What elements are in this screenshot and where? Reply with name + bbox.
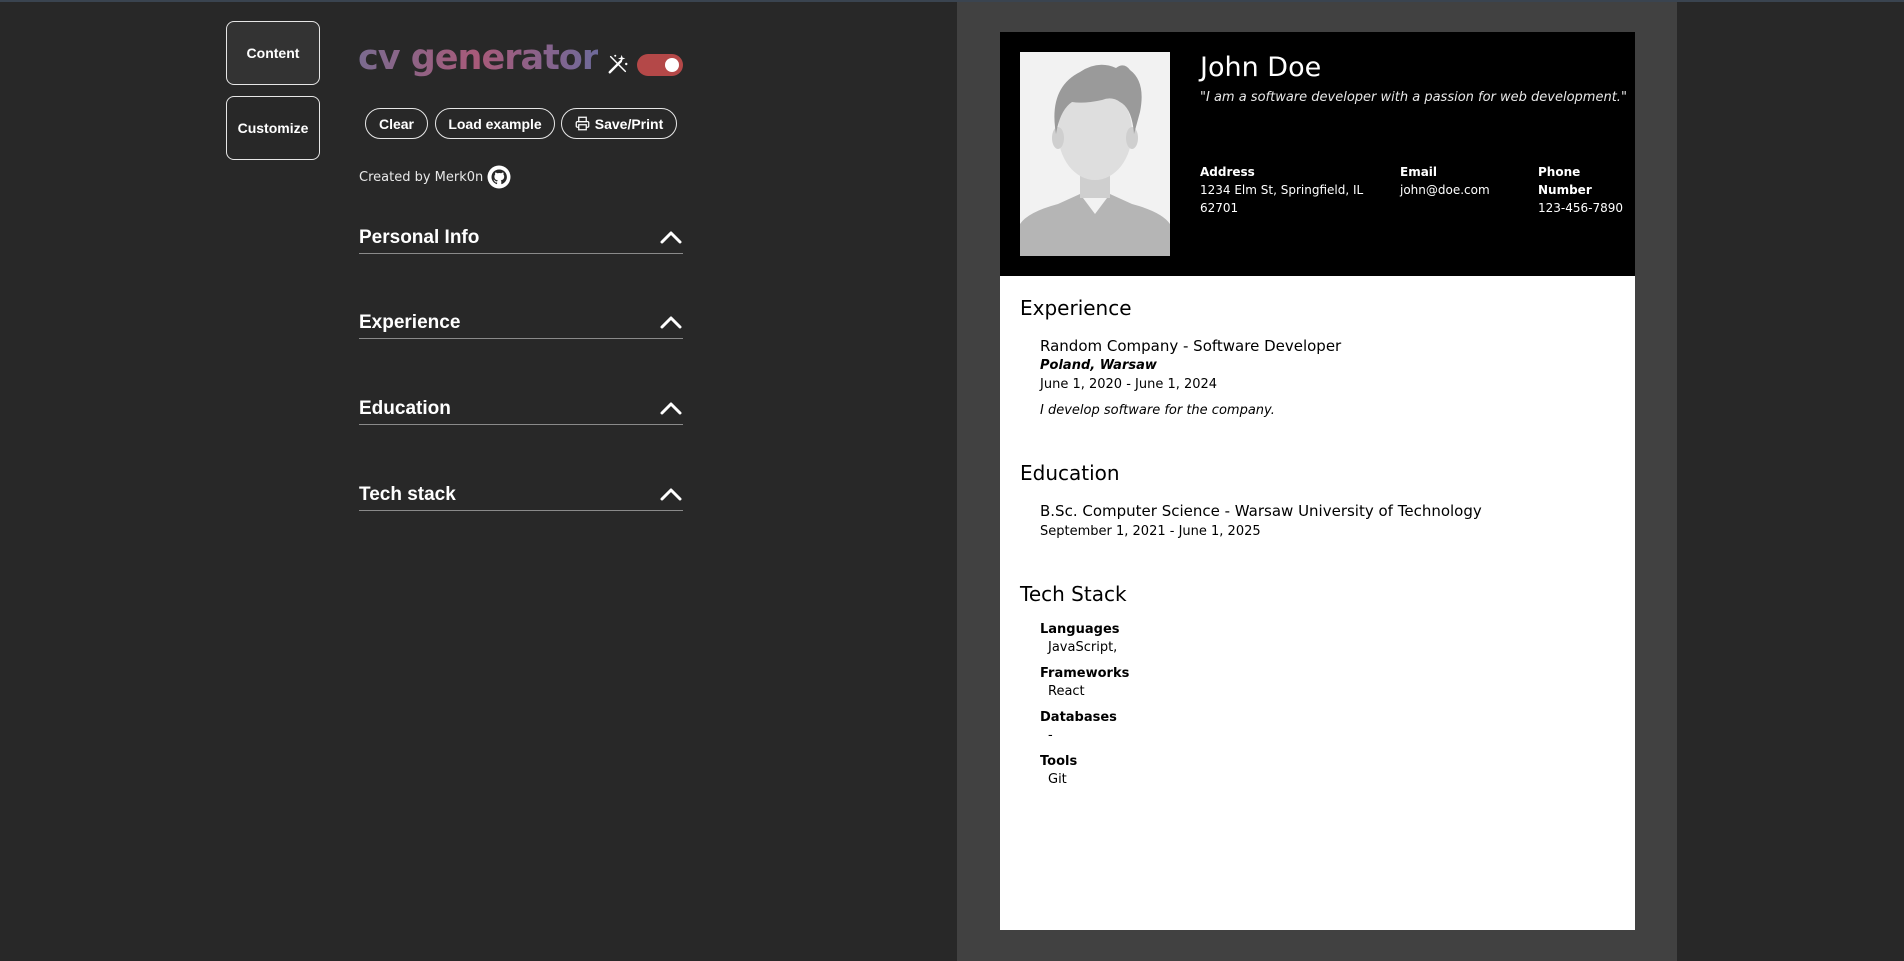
contact-email: Email john@doe.com (1400, 163, 1530, 199)
credit-line: Created by Merk0n (359, 165, 511, 189)
address-label: Address (1200, 165, 1255, 179)
customize-tab-button[interactable]: Customize (226, 96, 320, 160)
toggle-knob (665, 58, 679, 72)
chevron-up-icon (660, 402, 682, 415)
experience-title: Random Company - Software Developer (1040, 337, 1342, 355)
theme-toggle[interactable] (637, 54, 683, 76)
education-section-header[interactable]: Education (359, 393, 683, 425)
clear-button-label: Clear (378, 115, 415, 132)
experience-dates: June 1, 2020 - June 1, 2024 (1040, 377, 1218, 392)
experience-description: I develop software for the company. (1040, 403, 1275, 418)
phone-label: Phone Number (1538, 165, 1592, 197)
magic-wand-icon[interactable] (607, 53, 629, 75)
education-heading: Education (1020, 461, 1120, 485)
email-value: john@doe.com (1400, 183, 1490, 197)
printer-icon (575, 116, 590, 131)
personal-info-section-header[interactable]: Personal Info (359, 222, 683, 254)
contact-address: Address 1234 Elm St, Springfield, IL 627… (1200, 163, 1375, 217)
github-icon[interactable] (487, 165, 511, 189)
avatar-placeholder-icon (1020, 52, 1170, 256)
section-title: Personal Info (359, 227, 480, 248)
content-tab-button[interactable]: Content (226, 21, 320, 85)
tech-frameworks-label: Frameworks (1040, 666, 1130, 681)
cv-header: John Doe "I am a software developer with… (1000, 32, 1635, 276)
cv-name: John Doe (1200, 52, 1322, 83)
cv-page: John Doe "I am a software developer with… (1000, 32, 1635, 930)
contact-phone: Phone Number 123-456-7890 (1538, 163, 1623, 217)
address-value: 1234 Elm St, Springfield, IL 62701 (1200, 183, 1364, 215)
save-print-button[interactable]: Save/Print (561, 108, 677, 139)
chevron-up-icon (660, 316, 682, 329)
education-dates: September 1, 2021 - June 1, 2025 (1040, 524, 1261, 539)
tech-tools-label: Tools (1040, 754, 1078, 769)
tech-databases-value: - (1048, 728, 1053, 743)
tech-databases-label: Databases (1040, 710, 1117, 725)
cv-quote: "I am a software developer with a passio… (1200, 90, 1627, 105)
credit-text: Created by Merk0n (359, 169, 484, 185)
section-title: Tech stack (359, 484, 456, 505)
app-title: cv generator (358, 38, 599, 78)
experience-heading: Experience (1020, 296, 1132, 320)
load-example-label: Load example (448, 115, 542, 132)
chevron-up-icon (660, 231, 682, 244)
tech-frameworks-value: React (1048, 684, 1085, 699)
profile-photo (1020, 52, 1170, 256)
chevron-up-icon (660, 488, 682, 501)
tech-languages-label: Languages (1040, 622, 1120, 637)
experience-section-header[interactable]: Experience (359, 307, 683, 339)
education-title: B.Sc. Computer Science - Warsaw Universi… (1040, 502, 1482, 520)
phone-value: 123-456-7890 (1538, 201, 1624, 215)
section-title: Experience (359, 312, 461, 333)
tech-stack-heading: Tech Stack (1020, 582, 1127, 606)
experience-location: Poland, Warsaw (1040, 358, 1157, 373)
clear-button[interactable]: Clear (365, 108, 428, 139)
section-title: Education (359, 398, 451, 419)
email-label: Email (1400, 165, 1438, 179)
tech-stack-section-header[interactable]: Tech stack (359, 479, 683, 511)
load-example-button[interactable]: Load example (435, 108, 555, 139)
save-print-label: Save/Print (594, 115, 664, 132)
tech-languages-value: JavaScript, (1048, 640, 1118, 655)
tech-tools-value: Git (1048, 772, 1067, 787)
